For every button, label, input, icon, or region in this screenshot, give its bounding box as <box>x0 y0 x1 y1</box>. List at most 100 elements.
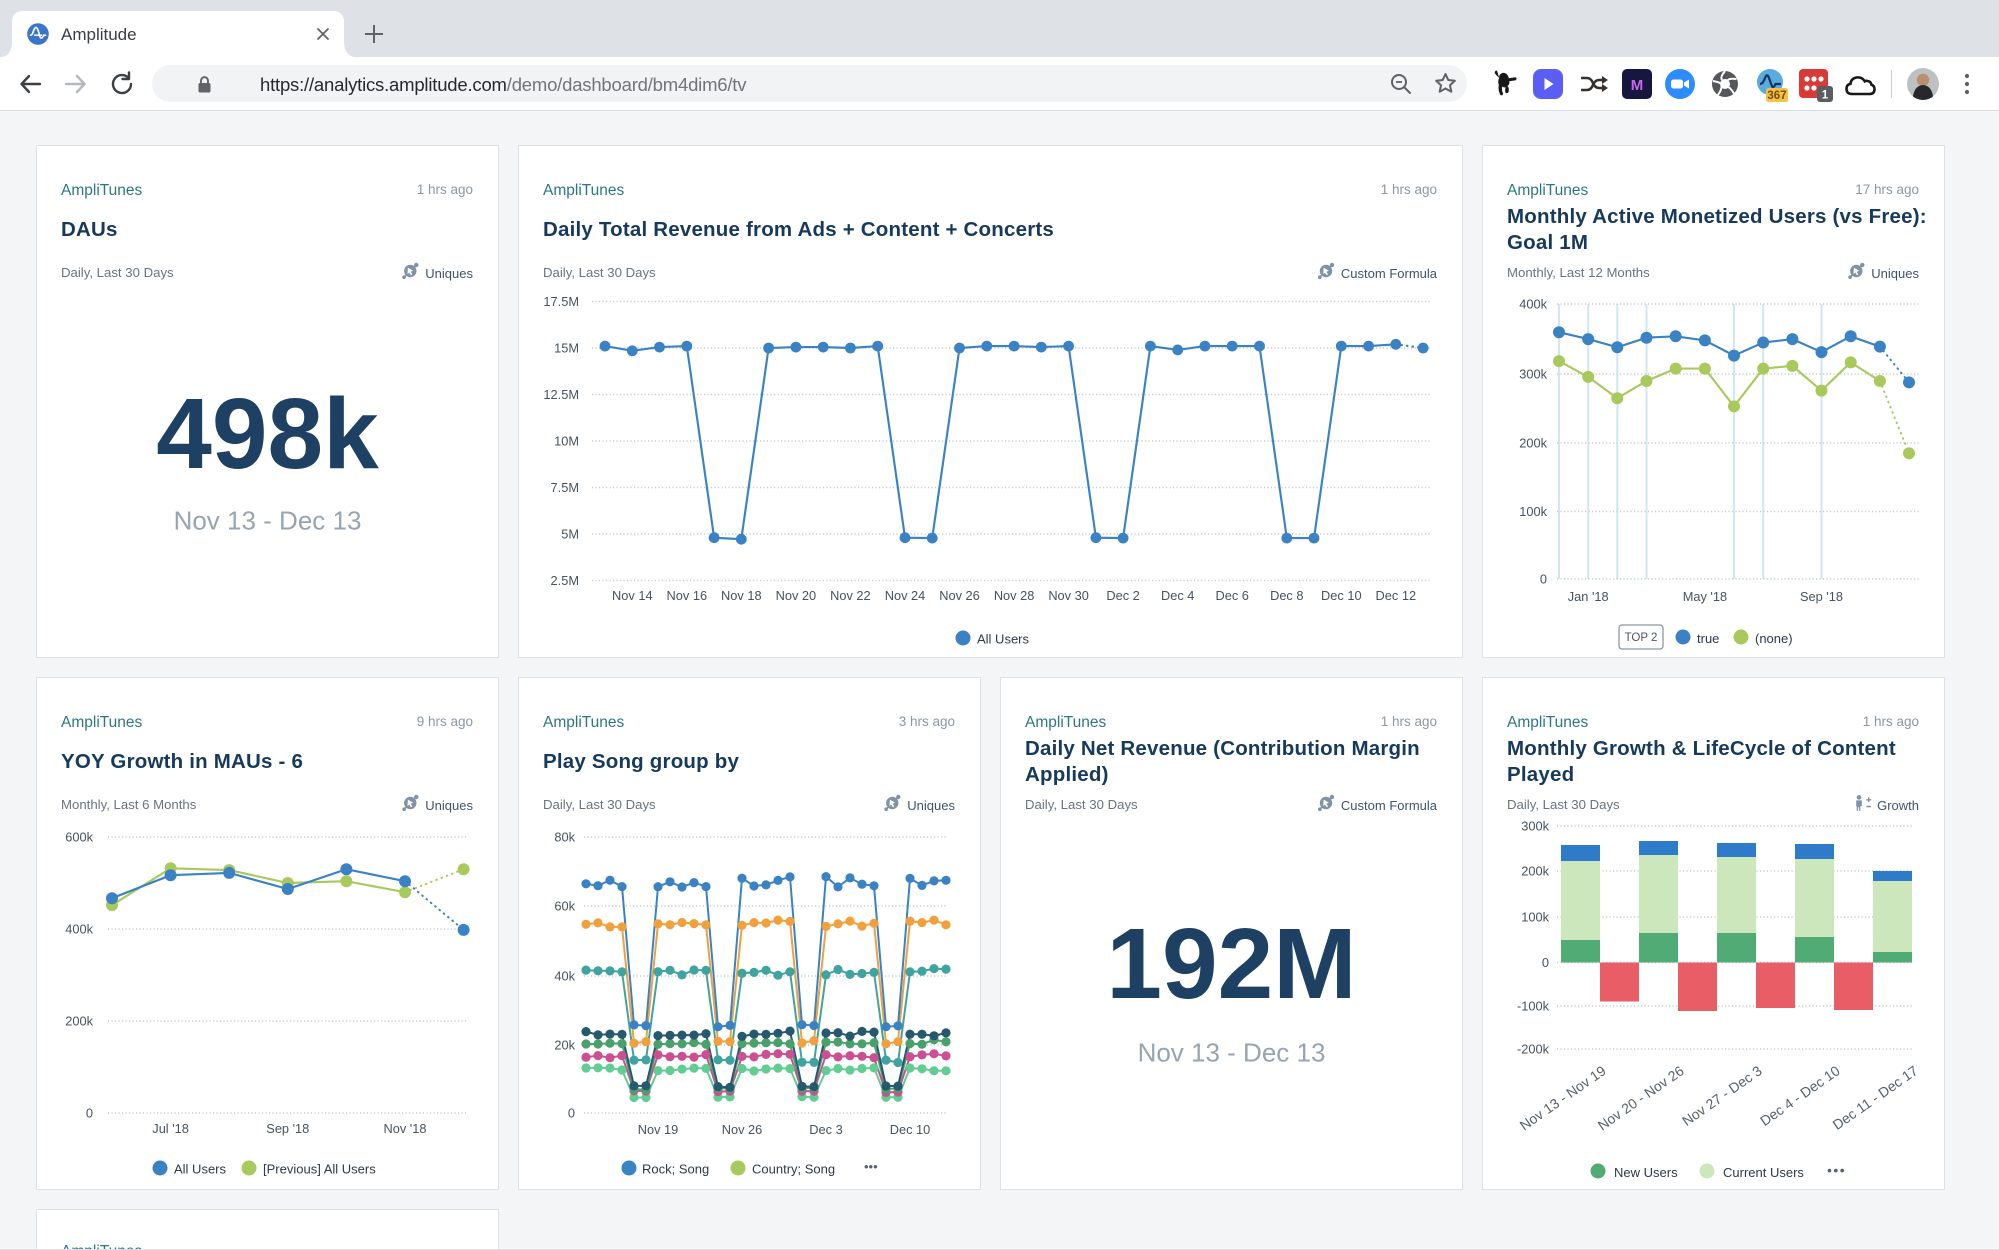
svg-text:Growth: Growth <box>1877 798 1919 813</box>
svg-text:10M: 10M <box>554 434 579 449</box>
svg-text:Jul '18: Jul '18 <box>152 1121 189 1136</box>
svg-text:Played: Played <box>1507 763 1574 786</box>
svg-text:Custom Formula: Custom Formula <box>1341 798 1438 813</box>
svg-text:200k: 200k <box>1521 864 1549 879</box>
svg-text:100k: 100k <box>1521 910 1549 925</box>
svg-text:•••: ••• <box>864 1159 878 1174</box>
svg-text:9 hrs ago: 9 hrs ago <box>417 714 473 729</box>
svg-text:400k: 400k <box>65 922 93 937</box>
svg-text:Nov 13 - Dec 13: Nov 13 - Dec 13 <box>174 506 362 536</box>
svg-text:0: 0 <box>86 1106 93 1121</box>
svg-text:400k: 400k <box>1519 297 1547 312</box>
svg-text:Uniques: Uniques <box>425 266 473 281</box>
svg-text:Daily Total Revenue from Ads +: Daily Total Revenue from Ads + Content +… <box>543 218 1054 241</box>
svg-text:AmpliTunes: AmpliTunes <box>1507 182 1589 199</box>
svg-text:Monthly, Last 12 Months: Monthly, Last 12 Months <box>1507 265 1650 280</box>
svg-text:[Previous] All Users: [Previous] All Users <box>263 1162 376 1177</box>
svg-text:All Users: All Users <box>977 632 1030 647</box>
svg-text:Nov 13 - Nov 19: Nov 13 - Nov 19 <box>1517 1062 1609 1133</box>
svg-text:AmpliTunes: AmpliTunes <box>61 1243 143 1249</box>
svg-text:Nov 20: Nov 20 <box>776 588 817 603</box>
svg-text:1 hrs ago: 1 hrs ago <box>1381 182 1437 197</box>
svg-text:Current Users: Current Users <box>1723 1165 1804 1180</box>
svg-text:Monthly, Last 6 Months: Monthly, Last 6 Months <box>61 797 197 812</box>
svg-text:Nov 19: Nov 19 <box>638 1122 679 1137</box>
svg-text:17.5M: 17.5M <box>543 294 579 309</box>
svg-text:•••: ••• <box>1827 1162 1846 1178</box>
svg-text:200k: 200k <box>1519 436 1547 451</box>
svg-text:AmpliTunes: AmpliTunes <box>543 714 625 731</box>
svg-text:300k: 300k <box>1521 819 1549 834</box>
svg-text:Rock; Song: Rock; Song <box>642 1162 709 1177</box>
svg-text:Nov 30: Nov 30 <box>1048 588 1089 603</box>
svg-text:DAUs: DAUs <box>61 218 118 241</box>
svg-text:AmpliTunes: AmpliTunes <box>543 182 625 199</box>
svg-text:12.5M: 12.5M <box>543 387 579 402</box>
svg-text:Dec 3: Dec 3 <box>809 1122 842 1137</box>
svg-text:Nov 20 - Nov 26: Nov 20 - Nov 26 <box>1595 1062 1687 1133</box>
svg-text:Applied): Applied) <box>1025 763 1109 786</box>
svg-text:AmpliTunes: AmpliTunes <box>1507 714 1589 731</box>
svg-text:200k: 200k <box>65 1014 93 1029</box>
svg-text:1 hrs ago: 1 hrs ago <box>1863 714 1919 729</box>
svg-text:1 hrs ago: 1 hrs ago <box>417 182 473 197</box>
svg-text:-100k: -100k <box>1517 999 1550 1014</box>
svg-text:Nov 27 - Dec 3: Nov 27 - Dec 3 <box>1679 1062 1765 1129</box>
svg-text:1: 1 <box>1822 90 1829 102</box>
svg-text:2.5M: 2.5M <box>551 573 579 588</box>
svg-text:Nov 22: Nov 22 <box>830 588 871 603</box>
svg-text:Dec 6: Dec 6 <box>1215 588 1248 603</box>
svg-text:300k: 300k <box>1519 367 1547 382</box>
svg-text:100k: 100k <box>1519 504 1547 519</box>
svg-text:0: 0 <box>1540 572 1547 587</box>
svg-text:Daily, Last 30 Days: Daily, Last 30 Days <box>61 265 174 280</box>
svg-text:Nov 26: Nov 26 <box>939 588 980 603</box>
svg-text:367: 367 <box>1767 90 1786 102</box>
svg-text:Dec 12: Dec 12 <box>1376 588 1417 603</box>
svg-text:Daily, Last 30 Days: Daily, Last 30 Days <box>543 797 656 812</box>
svg-text:600k: 600k <box>65 830 93 845</box>
svg-text:Dec 4: Dec 4 <box>1161 588 1194 603</box>
svg-text:Monthly Active Monetized Users: Monthly Active Monetized Users (vs Free)… <box>1507 205 1927 228</box>
svg-text:Daily Net Revenue (Contributio: Daily Net Revenue (Contribution Margin <box>1025 737 1420 760</box>
svg-text:Sep '18: Sep '18 <box>1800 589 1843 604</box>
svg-text:Dec 10: Dec 10 <box>1321 588 1362 603</box>
svg-text:YOY Growth in MAUs - 6: YOY Growth in MAUs - 6 <box>61 750 303 773</box>
svg-text:Custom Formula: Custom Formula <box>1341 266 1438 281</box>
svg-text:Jan '18: Jan '18 <box>1568 589 1609 604</box>
svg-text:15M: 15M <box>554 341 579 356</box>
svg-text:All Users: All Users <box>174 1162 227 1177</box>
svg-text:192M: 192M <box>1106 908 1356 1020</box>
svg-text:Nov 24: Nov 24 <box>885 588 926 603</box>
svg-text:20k: 20k <box>554 1038 575 1053</box>
svg-text:Dec 11 - Dec 17: Dec 11 - Dec 17 <box>1830 1062 1921 1133</box>
svg-text:5M: 5M <box>561 527 579 542</box>
svg-text:7.5M: 7.5M <box>551 480 579 495</box>
svg-text:Uniques: Uniques <box>1871 266 1919 281</box>
svg-text:Dec 8: Dec 8 <box>1270 588 1303 603</box>
svg-text:80k: 80k <box>554 830 575 845</box>
svg-text:(none): (none) <box>1755 631 1793 646</box>
svg-text:498k: 498k <box>156 378 379 490</box>
svg-text:Dec 2: Dec 2 <box>1106 588 1139 603</box>
svg-text:Uniques: Uniques <box>425 798 473 813</box>
svg-text:Goal 1M: Goal 1M <box>1507 231 1588 254</box>
svg-text:Nov 16: Nov 16 <box>667 588 708 603</box>
svg-text:May '18: May '18 <box>1683 589 1727 604</box>
svg-text:Sep '18: Sep '18 <box>266 1121 309 1136</box>
svg-text:0: 0 <box>568 1106 575 1121</box>
svg-text:Nov 14: Nov 14 <box>612 588 653 603</box>
svg-text:Nov 26: Nov 26 <box>722 1122 763 1137</box>
svg-text:AmpliTunes: AmpliTunes <box>61 714 143 731</box>
svg-text:TOP 2: TOP 2 <box>1625 632 1658 644</box>
svg-text:Nov 18: Nov 18 <box>721 588 762 603</box>
svg-text:Nov 13 - Dec 13: Nov 13 - Dec 13 <box>1138 1038 1326 1068</box>
svg-text:true: true <box>1697 631 1719 646</box>
svg-text:1 hrs ago: 1 hrs ago <box>1381 714 1437 729</box>
svg-text:Daily, Last 30 Days: Daily, Last 30 Days <box>1025 797 1138 812</box>
svg-text:New Users: New Users <box>1614 1165 1678 1180</box>
svg-text:0: 0 <box>1542 955 1549 970</box>
svg-text:Nov '18: Nov '18 <box>384 1121 427 1136</box>
svg-text:60k: 60k <box>554 899 575 914</box>
svg-text:40k: 40k <box>554 969 575 984</box>
